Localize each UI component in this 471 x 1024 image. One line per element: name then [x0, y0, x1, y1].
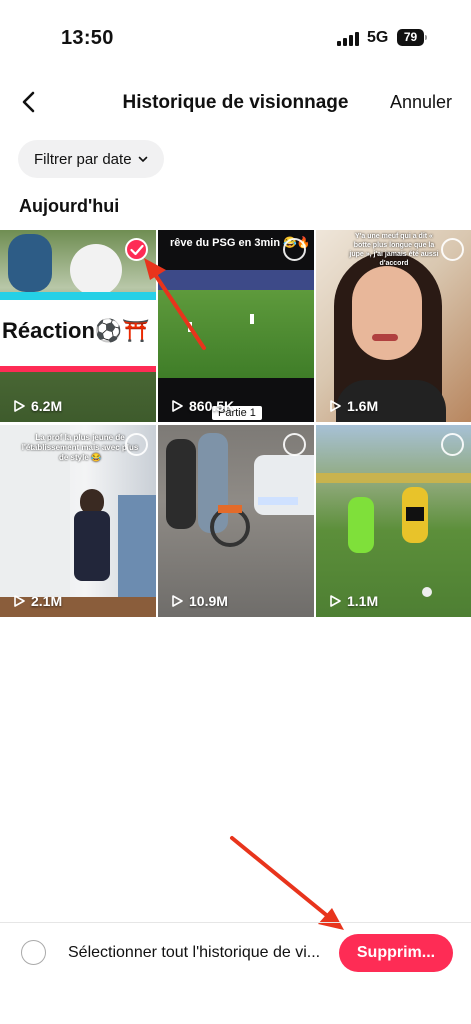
- video-tile[interactable]: 10.9M: [158, 425, 314, 617]
- battery-level: 79: [397, 29, 424, 46]
- view-count: 1.6M: [330, 398, 378, 414]
- view-count: 1.1M: [330, 593, 378, 609]
- battery-icon: 79: [397, 29, 427, 46]
- video-grid: Réaction⚽⛩️ 6.2M rêve du PSG en 3min 😂🔥 …: [0, 230, 471, 618]
- signal-icon: [337, 31, 361, 46]
- status-bar: 13:50 5G 79: [0, 0, 471, 78]
- video-tile[interactable]: rêve du PSG en 3min 😂🔥 Partie 1 860.5K: [158, 230, 314, 422]
- selection-checkbox[interactable]: [441, 433, 464, 456]
- bottom-bar: Sélectionner tout l'historique de vi... …: [0, 922, 471, 982]
- selection-checkbox[interactable]: [283, 238, 306, 261]
- play-icon: [330, 595, 341, 607]
- selection-checkbox[interactable]: [125, 433, 148, 456]
- play-icon: [330, 400, 341, 412]
- delete-button[interactable]: Supprim...: [339, 934, 453, 972]
- selection-checkbox[interactable]: [125, 238, 148, 261]
- cancel-button[interactable]: Annuler: [390, 92, 452, 113]
- checkmark-icon: [130, 244, 144, 256]
- status-time: 13:50: [61, 27, 114, 49]
- section-title: Aujourd'hui: [19, 196, 120, 216]
- header: Historique de visionnage Annuler: [0, 78, 471, 128]
- video-caption: Y'a une meuf qui a dit « botte plus long…: [349, 233, 439, 267]
- filter-label: Filtrer par date: [34, 150, 132, 168]
- video-tile[interactable]: Y'a une meuf qui a dit « botte plus long…: [316, 230, 471, 422]
- video-tile[interactable]: 1.1M: [316, 425, 471, 617]
- video-caption: Réaction⚽⛩️: [2, 318, 150, 343]
- filter-by-date-button[interactable]: Filtrer par date: [18, 140, 164, 178]
- selection-checkbox[interactable]: [441, 238, 464, 261]
- view-count: 2.1M: [14, 593, 62, 609]
- view-count: 6.2M: [14, 398, 62, 414]
- play-icon: [14, 400, 25, 412]
- video-tile[interactable]: La prof la plus jeune de l'établissement…: [0, 425, 156, 617]
- view-count: 10.9M: [172, 593, 228, 609]
- selection-checkbox[interactable]: [283, 433, 306, 456]
- select-all-radio[interactable]: [21, 940, 46, 965]
- play-icon: [14, 595, 25, 607]
- play-icon: [172, 400, 183, 412]
- chevron-down-icon: [138, 156, 147, 163]
- play-icon: [172, 595, 183, 607]
- network-type: 5G: [367, 29, 389, 46]
- select-all-label[interactable]: Sélectionner tout l'historique de vi...: [68, 944, 336, 962]
- view-count: 860.5K: [172, 398, 234, 414]
- video-tile[interactable]: Réaction⚽⛩️ 6.2M: [0, 230, 156, 422]
- video-caption: La prof la plus jeune de l'établissement…: [21, 433, 139, 462]
